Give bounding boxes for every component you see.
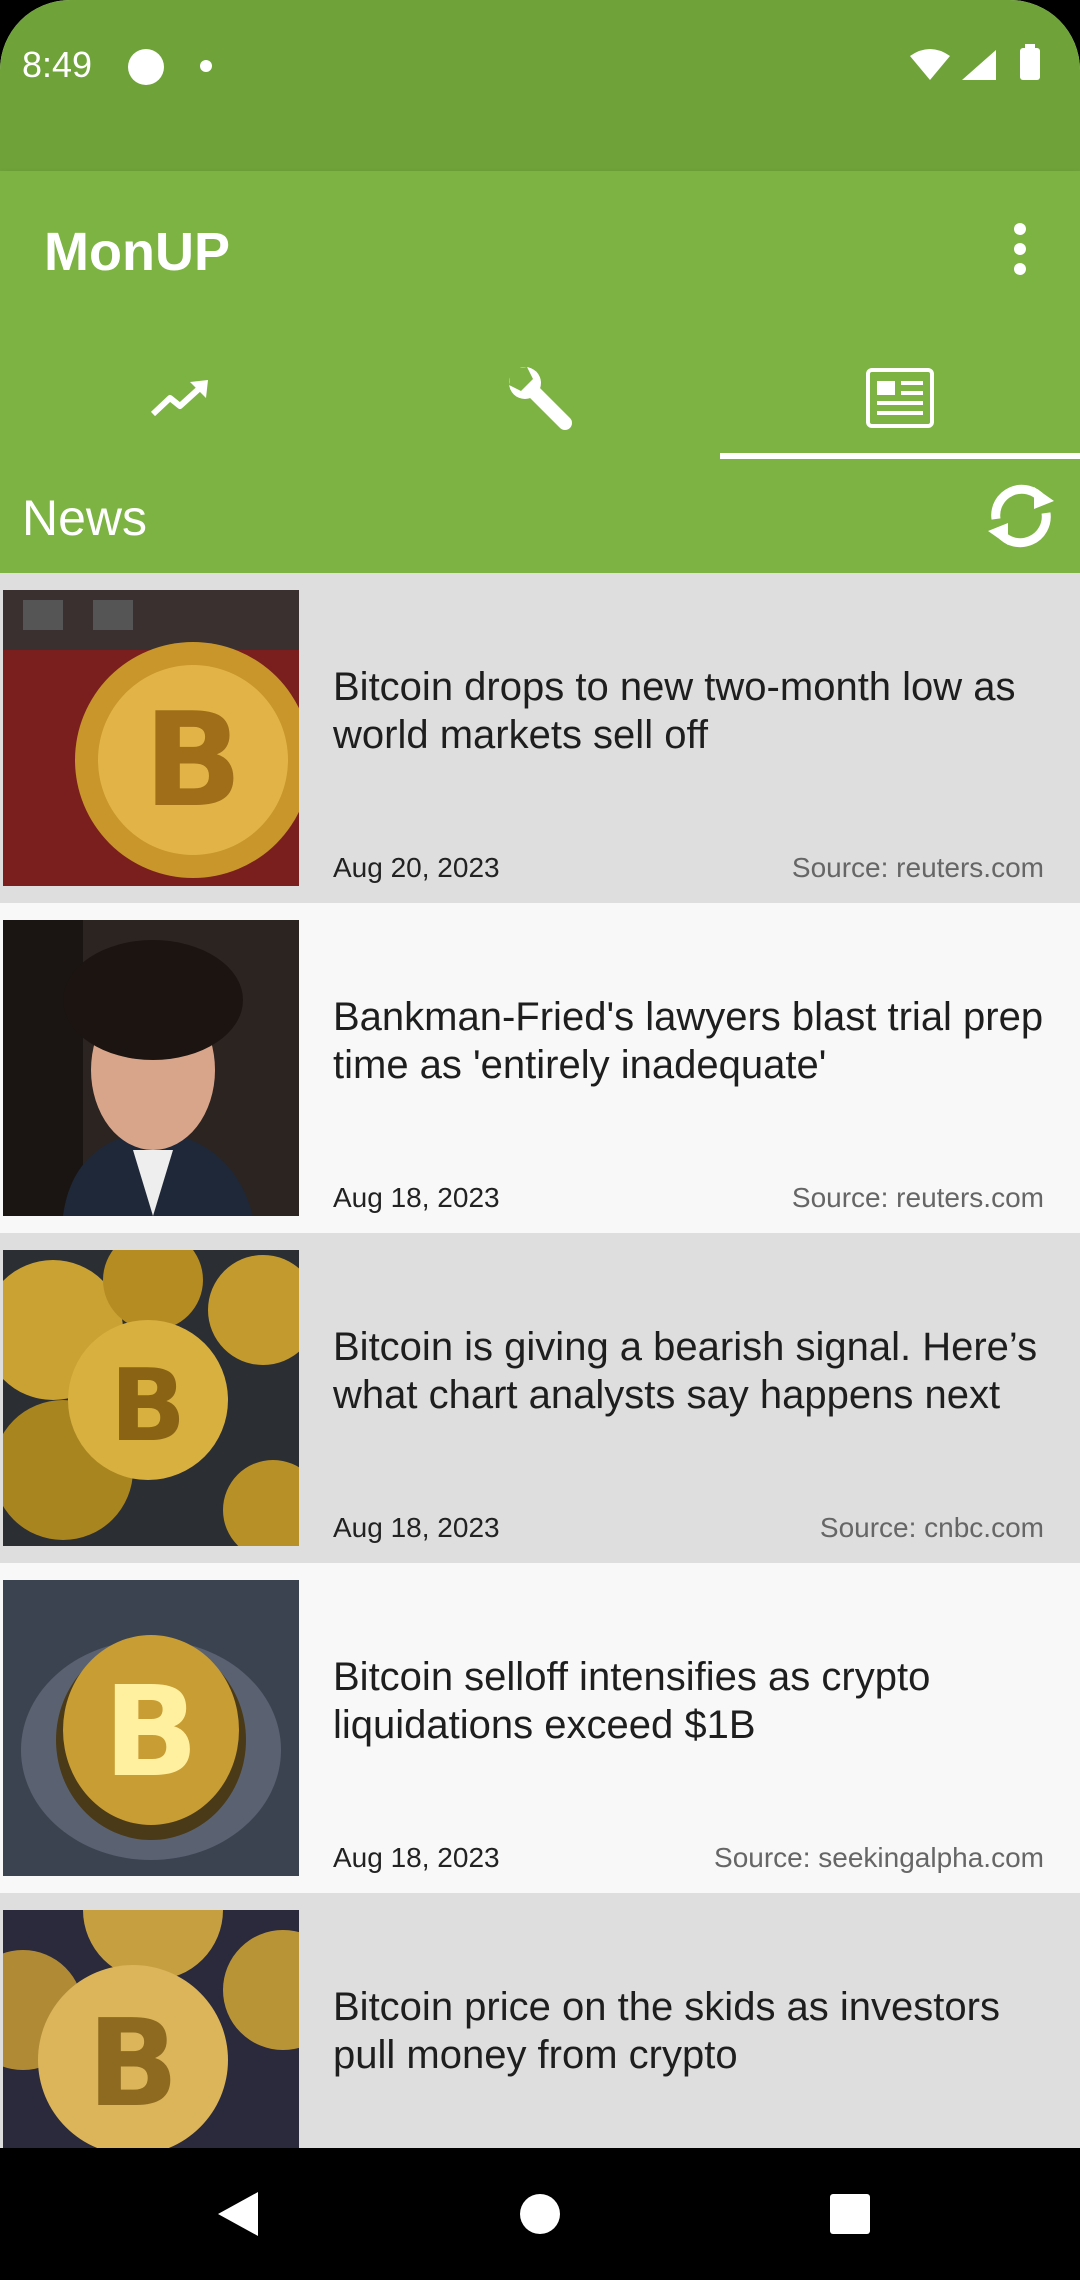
- news-thumbnail-image: B: [3, 1580, 299, 1876]
- trending-up-icon: [150, 379, 208, 416]
- back-icon[interactable]: [196, 2174, 276, 2254]
- news-thumbnail-image: B: [3, 1250, 299, 1546]
- system-navigation-bar: [0, 2148, 1080, 2280]
- news-date: Aug 18, 2023: [333, 1842, 500, 1873]
- news-date: Aug 18, 2023: [333, 1182, 500, 1213]
- news-item[interactable]: B Bitcoin is giving a bearish signal. He…: [0, 1233, 1080, 1563]
- news-headline: Bitcoin selloff intensifies as crypto li…: [333, 1655, 931, 1747]
- recents-icon[interactable]: [810, 2174, 890, 2254]
- news-thumbnail-image: B: [3, 1910, 299, 2148]
- news-source: Source: cnbc.com: [819, 1512, 1044, 1543]
- news-item[interactable]: B Bitcoin price on the skids as investor…: [0, 1893, 1080, 2148]
- news-source: Source: reuters.com: [791, 1182, 1044, 1213]
- news-headline: Bitcoin price on the skids as investors …: [333, 1985, 1000, 2077]
- more-options-icon[interactable]: [1000, 221, 1040, 277]
- tab-tools[interactable]: [360, 336, 720, 459]
- news-date: Aug 20, 2023: [333, 852, 500, 883]
- news-headline: Bitcoin drops to new two-month low as wo…: [333, 665, 1016, 757]
- phone-screen: 8:49 MonUP News B Bitcoin drops to new t…: [0, 0, 1080, 2280]
- signal-icon: [962, 50, 996, 80]
- news-source: Source: seekingalpha.com: [714, 1842, 1044, 1873]
- svg-text:B: B: [103, 1660, 198, 1805]
- news-item[interactable]: B Bitcoin drops to new two-month low as …: [0, 573, 1080, 903]
- news-item[interactable]: Bankman-Fried's lawyers blast trial prep…: [0, 903, 1080, 1233]
- app-title: MonUP: [44, 222, 230, 282]
- news-thumbnail-image: B: [3, 590, 299, 886]
- news-source: Source: reuters.com: [791, 852, 1044, 883]
- news-list[interactable]: B Bitcoin drops to new two-month low as …: [0, 573, 1080, 2148]
- svg-text:B: B: [87, 1995, 178, 2134]
- svg-text:B: B: [110, 1347, 186, 1464]
- tab-bar: [0, 336, 1080, 459]
- battery-icon: [1020, 48, 1040, 80]
- newspaper-icon: [866, 367, 934, 428]
- notification-dot-icon: [200, 60, 212, 72]
- home-icon[interactable]: [500, 2174, 580, 2254]
- news-thumbnail-image: [3, 920, 299, 1216]
- svg-text:B: B: [143, 684, 242, 836]
- status-time: 8:49: [22, 44, 93, 85]
- section-title: News: [22, 490, 148, 546]
- status-icons: [910, 44, 1040, 80]
- news-item[interactable]: B Bitcoin selloff intensifies as crypto …: [0, 1563, 1080, 1893]
- app-bar: MonUP: [0, 171, 1080, 459]
- wrench-icon: [509, 366, 572, 430]
- tab-news[interactable]: [720, 336, 1080, 459]
- notification-circle-icon: [128, 49, 164, 85]
- tab-trends[interactable]: [0, 336, 360, 459]
- wifi-icon: [910, 49, 950, 80]
- news-header: News: [0, 459, 1080, 573]
- news-headline: Bankman-Fried's lawyers blast trial prep…: [333, 995, 1044, 1087]
- refresh-icon[interactable]: [984, 479, 1058, 553]
- status-bar: 8:49: [0, 0, 1080, 171]
- news-date: Aug 18, 2023: [333, 1512, 500, 1543]
- news-headline: Bitcoin is giving a bearish signal. Here…: [333, 1325, 1038, 1417]
